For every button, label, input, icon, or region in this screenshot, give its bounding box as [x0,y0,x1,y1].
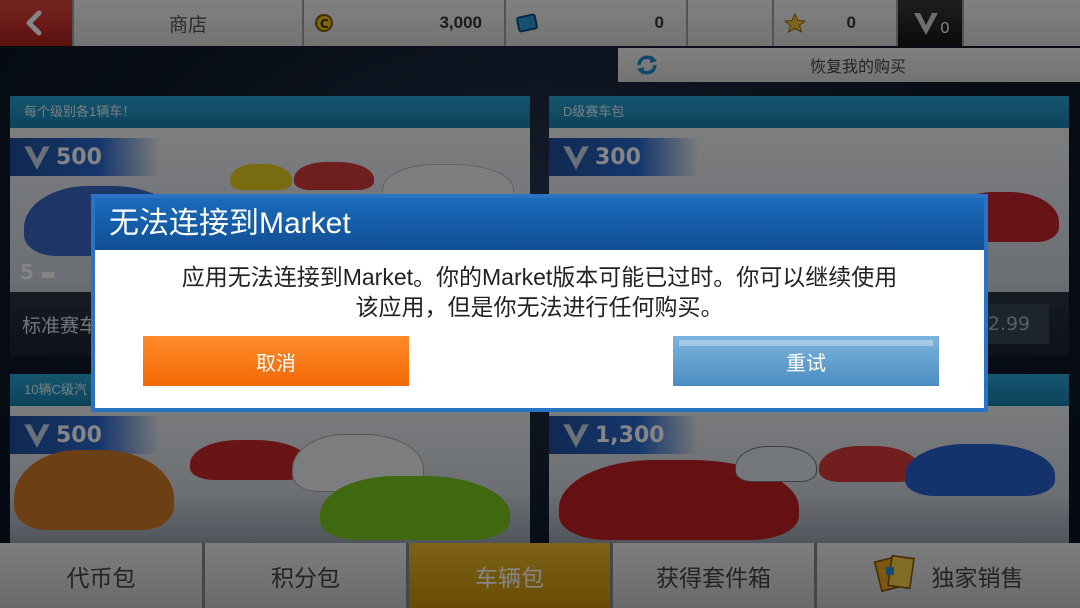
retry-button[interactable]: 重试 [673,336,939,386]
market-error-dialog: 无法连接到Market 应用无法连接到Market。你的Market版本可能已过… [91,194,988,412]
cancel-button[interactable]: 取消 [143,336,409,386]
dialog-message-line: 应用无法连接到Market。你的Market版本可能已过时。你可以继续使用 [181,264,898,290]
retry-label: 重试 [786,352,826,375]
dialog-message-line: 该应用，但是你无法进行任何购买。 [355,294,724,320]
dialog-message: 应用无法连接到Market。你的Market版本可能已过时。你可以继续使用 该应… [95,262,984,322]
dialog-title: 无法连接到Market [95,198,984,250]
